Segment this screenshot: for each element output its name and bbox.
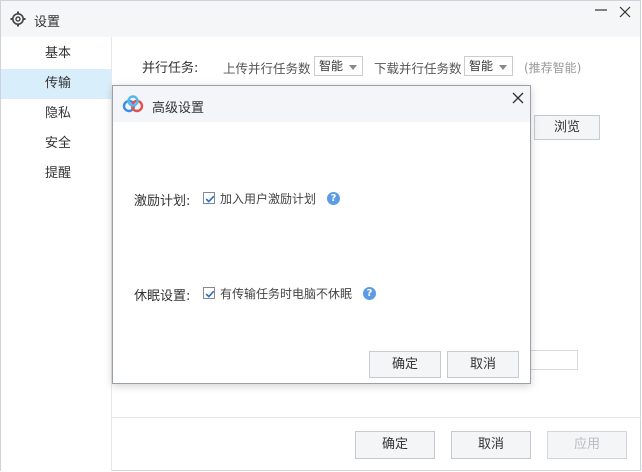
sidebar-item-reminder[interactable]: 提醒 — [1, 159, 111, 189]
sidebar-item-basic[interactable]: 基本 — [1, 39, 111, 69]
cloud-logo-icon — [122, 95, 144, 113]
incentive-plan-label: 激励计划: — [134, 194, 191, 209]
chevron-down-icon — [349, 65, 357, 70]
sleep-setting-label: 休眠设置: — [134, 289, 191, 304]
sleep-checkbox[interactable] — [203, 287, 215, 299]
help-icon[interactable]: ? — [363, 287, 376, 300]
dialog-ok-button[interactable]: 确定 — [369, 351, 441, 378]
checkmark-icon — [205, 290, 215, 298]
browse-button[interactable]: 浏览 — [534, 115, 600, 140]
upload-parallel-select[interactable]: 智能 — [314, 56, 363, 76]
download-parallel-value: 智能 — [469, 59, 494, 73]
title-bar: 设置 — [1, 1, 640, 37]
footer-divider — [112, 417, 641, 418]
dialog-close-icon[interactable] — [511, 91, 525, 105]
dialog-title-bar: 高级设置 — [113, 86, 530, 122]
sleep-checkbox-label[interactable]: 有传输任务时电脑不休眠 — [220, 285, 352, 302]
download-parallel-label: 下载并行任务数 — [374, 61, 462, 76]
parallel-tasks-label: 并行任务: — [142, 61, 199, 76]
dialog-title: 高级设置 — [152, 101, 205, 116]
download-parallel-select[interactable]: 智能 — [464, 56, 513, 76]
minimize-icon[interactable] — [594, 3, 608, 17]
incentive-checkbox[interactable] — [203, 192, 215, 204]
sidebar-item-transfer[interactable]: 传输 — [1, 69, 111, 99]
advanced-settings-dialog: 高级设置 激励计划: 加入用户激励计划 ? 休眠设置: 有传输任务时电脑不休眠 … — [112, 85, 531, 384]
upload-parallel-label: 上传并行任务数 — [223, 61, 311, 76]
recommend-hint: (推荐智能) — [524, 61, 582, 75]
close-icon[interactable] — [618, 5, 632, 19]
apply-button[interactable]: 应用 — [547, 431, 627, 459]
cancel-button[interactable]: 取消 — [451, 431, 531, 459]
help-icon[interactable]: ? — [327, 192, 340, 205]
gear-icon — [10, 11, 26, 27]
sidebar-item-privacy[interactable]: 隐私 — [1, 99, 111, 129]
chevron-down-icon — [499, 65, 507, 70]
window-title: 设置 — [34, 15, 61, 30]
settings-window: 设置 基本 传输 隐私 安全 提醒 并行任务: 上传并行任务数 智能 下载并行任… — [0, 0, 641, 471]
upload-parallel-value: 智能 — [319, 59, 344, 73]
sidebar-item-security[interactable]: 安全 — [1, 129, 111, 159]
ok-button[interactable]: 确定 — [355, 431, 435, 459]
dialog-cancel-button[interactable]: 取消 — [447, 351, 519, 378]
incentive-checkbox-label[interactable]: 加入用户激励计划 — [220, 190, 316, 207]
settings-sidebar: 基本 传输 隐私 安全 提醒 — [1, 37, 112, 471]
checkmark-icon — [205, 195, 215, 203]
